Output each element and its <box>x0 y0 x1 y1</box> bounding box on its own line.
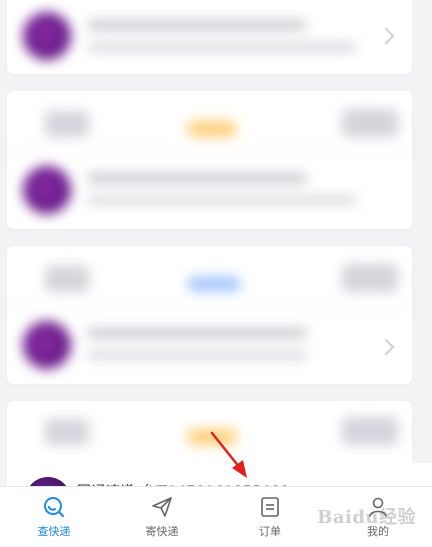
courier-avatar <box>23 12 71 60</box>
tab-orders[interactable]: 订单 <box>216 487 324 547</box>
origin-city-placeholder <box>45 111 89 137</box>
order-status-placeholder <box>87 350 307 360</box>
order-card[interactable] <box>7 246 412 384</box>
destination-city-placeholder <box>342 417 398 445</box>
order-status-placeholder <box>87 195 357 205</box>
order-title-placeholder <box>87 328 307 338</box>
order-title-placeholder <box>87 20 307 30</box>
order-card-content-blurred <box>7 91 412 229</box>
tab-label: 订单 <box>259 525 281 538</box>
tab-send-express[interactable]: 寄快递 <box>108 487 216 547</box>
order-document-icon <box>261 497 279 517</box>
card-divider <box>7 151 412 152</box>
order-card-content-blurred <box>7 0 412 74</box>
order-card[interactable] <box>7 91 412 229</box>
search-express-icon <box>44 497 65 518</box>
status-badge <box>187 276 241 292</box>
origin-city-placeholder <box>45 266 89 292</box>
tab-track-express[interactable]: 查快递 <box>0 487 108 547</box>
destination-city-placeholder <box>342 264 398 292</box>
courier-avatar <box>23 166 71 214</box>
watermark-logo: Baidu经验 <box>317 507 416 528</box>
courier-avatar <box>23 321 71 369</box>
origin-city-placeholder <box>45 419 89 445</box>
destination-city-placeholder <box>342 109 398 137</box>
status-badge <box>187 429 237 445</box>
order-card-content-blurred <box>7 246 412 384</box>
card-divider <box>7 306 412 307</box>
status-badge <box>187 121 237 137</box>
tab-label: 寄快递 <box>145 525 179 538</box>
order-status-placeholder <box>87 42 357 52</box>
send-paper-plane-icon <box>152 497 172 517</box>
tab-label: 查快递 <box>37 525 71 538</box>
order-card[interactable] <box>7 0 412 74</box>
order-title-placeholder <box>87 173 307 183</box>
